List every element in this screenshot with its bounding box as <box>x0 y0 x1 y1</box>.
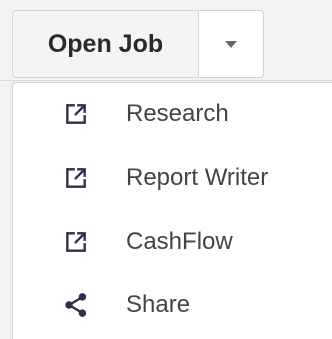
open-job-dropdown-menu: Research Report Writer CashFlow Share <box>12 82 332 339</box>
menu-item-label: Research <box>126 100 229 127</box>
open-job-dropdown-toggle[interactable] <box>199 11 263 77</box>
open-external-icon <box>61 227 91 257</box>
caret-down-icon <box>225 40 237 48</box>
menu-item-report-writer[interactable]: Report Writer <box>13 147 332 209</box>
open-job-button[interactable]: Open Job <box>13 11 199 77</box>
open-external-icon <box>61 99 91 129</box>
menu-item-label: CashFlow <box>126 228 233 255</box>
menu-item-cashflow[interactable]: CashFlow <box>13 211 332 273</box>
toolbar-divider <box>0 80 332 81</box>
share-icon <box>61 290 91 320</box>
open-external-icon <box>61 163 91 193</box>
menu-item-label: Share <box>126 291 191 318</box>
menu-item-research[interactable]: Research <box>13 83 332 145</box>
open-job-split-button: Open Job <box>12 10 264 78</box>
menu-item-share[interactable]: Share <box>13 274 332 336</box>
menu-item-label: Report Writer <box>126 164 269 191</box>
